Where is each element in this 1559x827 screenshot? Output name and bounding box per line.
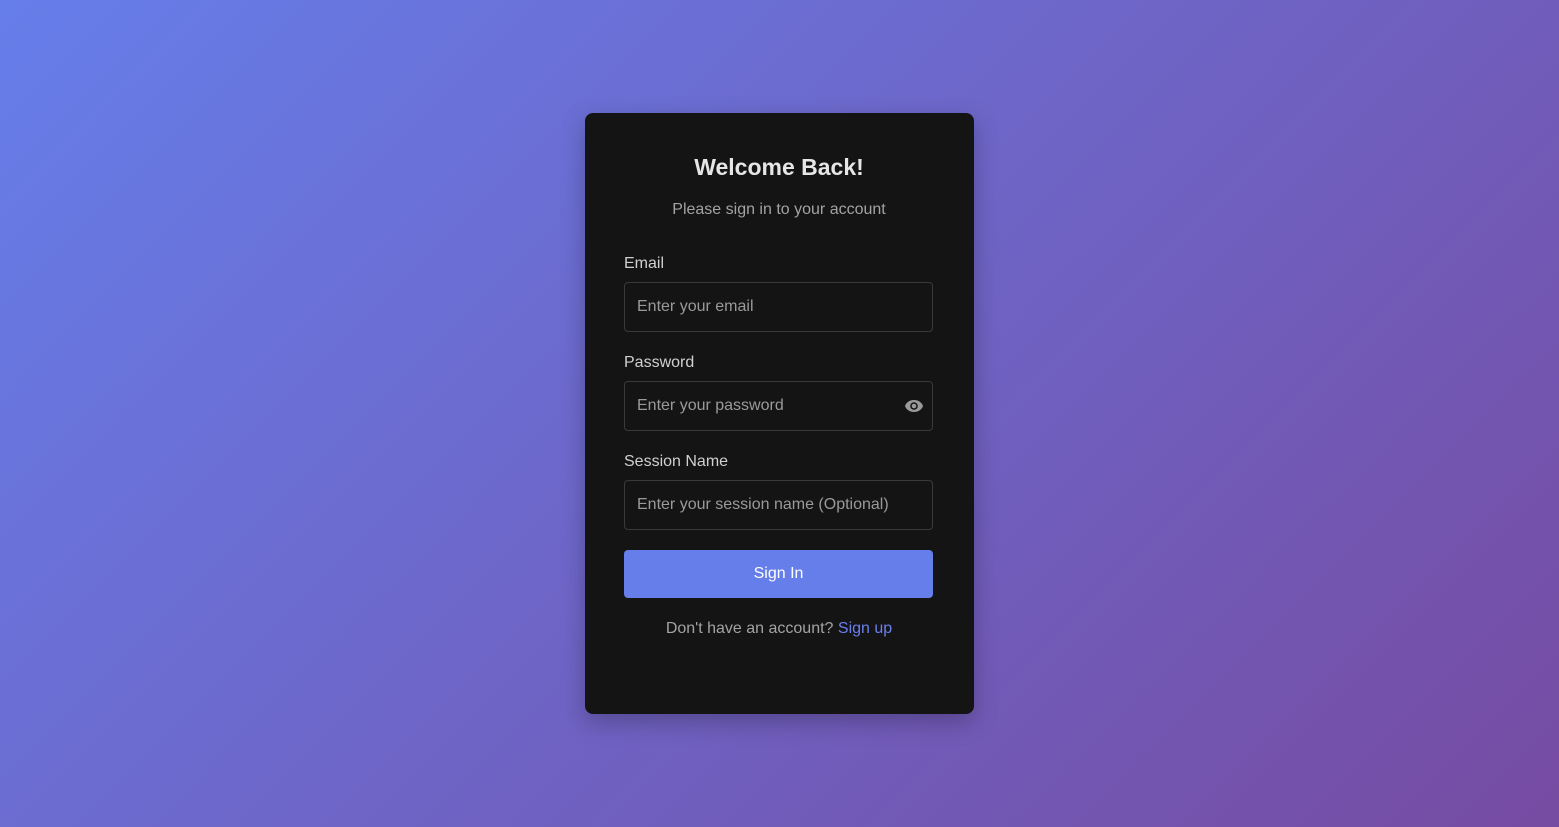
session-field-wrapper [624, 480, 933, 530]
password-group: Password [624, 353, 934, 431]
eye-icon[interactable] [904, 397, 924, 415]
session-group: Session Name [624, 452, 934, 530]
session-name-field[interactable] [625, 481, 932, 529]
password-field-wrapper [624, 381, 933, 431]
password-label: Password [624, 354, 695, 371]
sign-up-link[interactable]: Sign up [838, 620, 892, 637]
page-subtitle: Please sign in to your account [672, 201, 886, 218]
email-label: Email [624, 255, 665, 272]
session-label: Session Name [624, 453, 729, 470]
signup-prompt: Don't have an account? Sign up [624, 619, 934, 639]
email-field[interactable] [625, 283, 932, 331]
password-field[interactable] [625, 382, 932, 430]
email-field-wrapper [624, 282, 933, 332]
sign-in-button[interactable]: Sign In [624, 550, 933, 598]
email-group: Email [624, 254, 934, 332]
page-title: Welcome Back! [694, 154, 864, 180]
login-card: Welcome Back! Please sign in to your acc… [585, 113, 974, 714]
signup-prompt-text: Don't have an account? [665, 620, 834, 637]
